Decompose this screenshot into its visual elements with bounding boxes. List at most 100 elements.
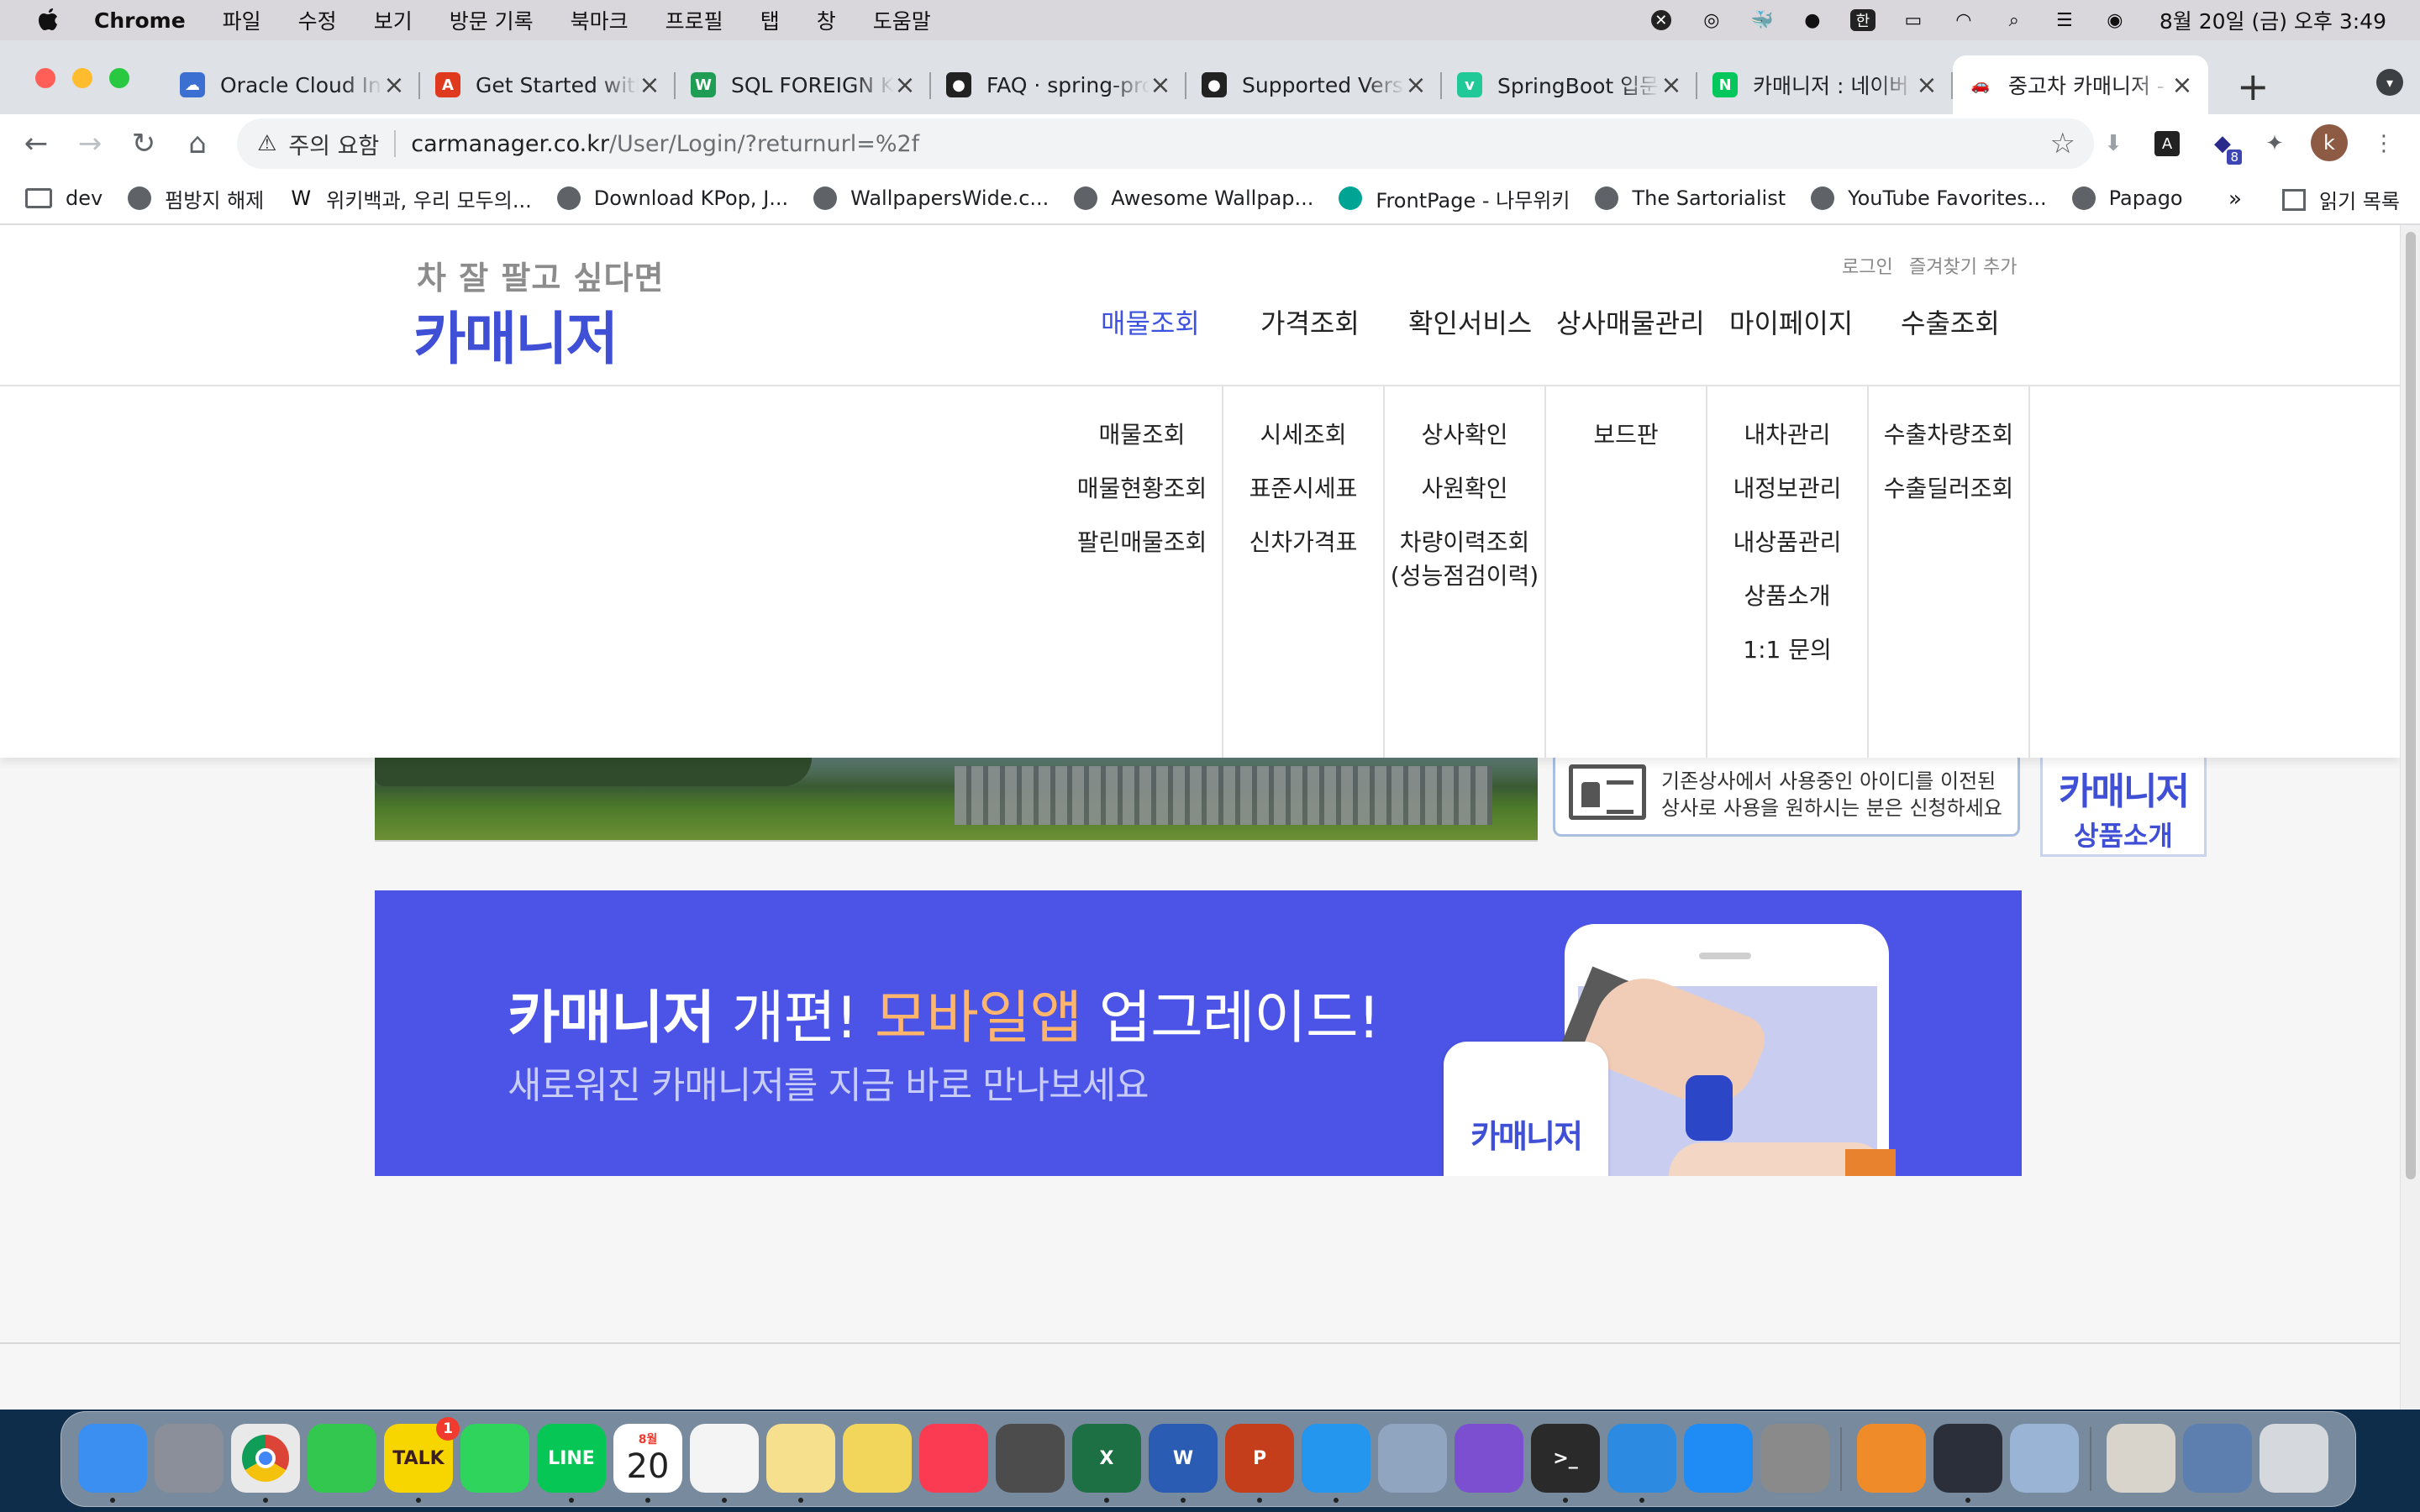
submenu-link[interactable]: 수출차량조회 [1869,418,2028,452]
menubar-clock[interactable]: 8월 20일 (금) 오후 3:49 [2160,5,2386,35]
launchpad-icon[interactable] [155,1424,224,1493]
menu-file[interactable]: 파일 [223,5,261,35]
bookmarks-overflow-button[interactable]: » [2228,186,2242,212]
excel-icon[interactable]: X [1072,1424,1141,1493]
submenu-link[interactable]: 팔린매물조회 [1062,526,1222,559]
finder-icon[interactable] [78,1424,147,1493]
docker-status-icon[interactable]: 🐳 [1748,8,1776,33]
close-tab-icon[interactable]: × [639,71,660,100]
docker-icon[interactable] [1302,1424,1370,1493]
menu-profiles[interactable]: 프로필 [666,5,723,35]
bookmark-item[interactable]: WallpapersWide.c... [813,186,1049,210]
minimize-window-button[interactable] [72,68,92,88]
menu-edit[interactable]: 수정 [298,5,337,35]
submenu-link[interactable]: 내정보관리 [1707,472,1867,506]
page-scrollbar[interactable] [2400,225,2420,1410]
home-button[interactable]: ⌂ [178,124,217,163]
submenu-link[interactable]: 내상품관리 [1707,526,1867,559]
browser-tab[interactable]: 🚗 중고차 카매니저 - × [1953,55,2208,114]
download-extension-icon[interactable]: ⬇ [2096,126,2131,161]
control-center-icon[interactable]: ☰ [2050,8,2079,33]
word-icon[interactable]: W [1149,1424,1218,1493]
browser-tab[interactable]: ● FAQ · spring-projects× [931,55,1186,114]
profile-avatar[interactable]: k [2311,124,2348,161]
reading-list-button[interactable]: 읽기 목록 [2282,185,2400,214]
menu-tab[interactable]: 탭 [760,5,780,35]
x-status-icon[interactable]: ✕ [1647,8,1676,33]
preview-icon[interactable] [2010,1424,2079,1493]
apple-icon[interactable] [35,7,60,34]
bookmark-item[interactable]: 펌방지 해제 [128,184,264,213]
new-tab-button[interactable]: + [2237,64,2270,109]
browser-tab[interactable]: A Get Started with Adobe× [420,55,676,114]
product-intro-banner[interactable]: 카매니저 상품소개 [2040,758,2207,857]
gnb-verification-service[interactable]: 확인서비스 [1408,302,1532,341]
creative-cloud-icon[interactable]: ◎ [1697,8,1726,33]
submenu-link-subtitle[interactable]: (성능점검이력) [1385,559,1544,593]
wifi-icon[interactable]: ◠ [1949,8,1978,33]
app-store-icon[interactable] [1684,1424,1753,1493]
powerpoint-icon[interactable]: P [1225,1424,1294,1493]
siri-icon[interactable]: ◉ [2101,8,2129,33]
bookmark-item[interactable]: Papago [2071,186,2183,210]
submenu-link[interactable]: 보드판 [1546,418,1706,452]
security-status-label[interactable]: 주의 요함 [288,128,379,160]
bookmark-item[interactable]: W 위키백과, 우리 모두의... [289,184,531,213]
close-window-button[interactable] [35,68,55,88]
bookmark-item[interactable]: YouTube Favorites... [1811,186,2047,210]
menu-bookmarks[interactable]: 북마크 [571,5,629,35]
not-secure-warning-icon[interactable]: ⚠ [257,131,276,156]
bookmark-item[interactable]: Awesome Wallpap... [1074,186,1313,210]
submenu-link[interactable]: 매물조회 [1062,418,1222,452]
submenu-link[interactable]: 신차가격표 [1223,526,1383,559]
submenu-link[interactable]: 표준시세표 [1223,472,1383,506]
github-desktop-icon[interactable] [1455,1424,1523,1493]
submenu-link[interactable]: 상품소개 [1707,580,1867,613]
kakaotalk-status-icon[interactable]: ● [1798,8,1827,33]
screen-folder-icon[interactable] [2183,1424,2252,1493]
trash-icon[interactable] [2260,1424,2328,1493]
zoom-window-button[interactable] [109,68,129,88]
menu-help[interactable]: 도움말 [873,5,931,35]
vscode-icon[interactable] [1607,1424,1676,1493]
submenu-link[interactable]: 1:1 문의 [1707,633,1867,667]
gnb-mypage[interactable]: 마이페이지 [1729,302,1853,341]
whatsapp-icon[interactable] [460,1424,529,1493]
graduation-extension-icon[interactable]: ◆ 8 [2205,126,2242,165]
terminal-icon[interactable]: >_ [1531,1424,1600,1493]
reminders-icon[interactable] [690,1424,759,1493]
tab-search-button[interactable]: ▾ [2376,69,2403,96]
screenshot-icon[interactable] [996,1424,1065,1493]
submenu-link[interactable]: 상사확인 [1385,418,1544,452]
notes-icon[interactable] [766,1424,835,1493]
mobile-app-promo-banner[interactable]: 카매니저 개편! 모바일앱 업그레이드! 새로워진 카매니저를 지금 바로 만나… [375,890,2022,1176]
downloads-folder-icon[interactable] [2107,1424,2175,1493]
close-tab-icon[interactable]: × [1916,71,1938,100]
extensions-puzzle-icon[interactable]: ✦ [2257,126,2292,161]
close-tab-icon[interactable]: × [1150,71,1171,100]
scrollbar-thumb[interactable] [2406,232,2416,1179]
submenu-link[interactable]: 수출딜러조회 [1869,472,2028,506]
address-bar[interactable]: ⚠ 주의 요함 carmanager.co.kr/User/Login/?ret… [237,118,2094,169]
gnb-dealer-listing-management[interactable]: 상사매물관리 [1556,302,1705,341]
submenu-link[interactable]: 사원확인 [1385,472,1544,506]
bookmark-item[interactable]: The Sartorialist [1595,186,1786,210]
close-tab-icon[interactable]: × [1405,71,1427,100]
bookmark-item[interactable]: FrontPage - 나무위키 [1339,184,1570,213]
app-menu-chrome[interactable]: Chrome [94,8,186,33]
messages-icon[interactable] [308,1424,376,1493]
close-tab-icon[interactable]: × [383,71,405,100]
line-icon[interactable]: LINE [537,1424,606,1493]
gnb-export-search[interactable]: 수출조회 [1901,302,2000,341]
battery-icon[interactable]: ▭ [1899,8,1928,33]
site-logo[interactable]: 카매니저 [413,292,618,375]
close-tab-icon[interactable]: × [894,71,916,100]
spotlight-search-icon[interactable]: ⌕ [2000,8,2028,33]
forward-button[interactable]: → [71,124,109,163]
browser-tab[interactable]: ☁ Oracle Cloud Infrastructure× [165,55,420,114]
music-icon[interactable] [919,1424,988,1493]
close-tab-icon[interactable]: × [2171,71,2193,100]
kakaotalk-icon[interactable]: TALK 1 [384,1417,460,1493]
database-icon[interactable] [1378,1424,1447,1493]
dictionary-extension-icon[interactable]: A [2149,126,2185,161]
